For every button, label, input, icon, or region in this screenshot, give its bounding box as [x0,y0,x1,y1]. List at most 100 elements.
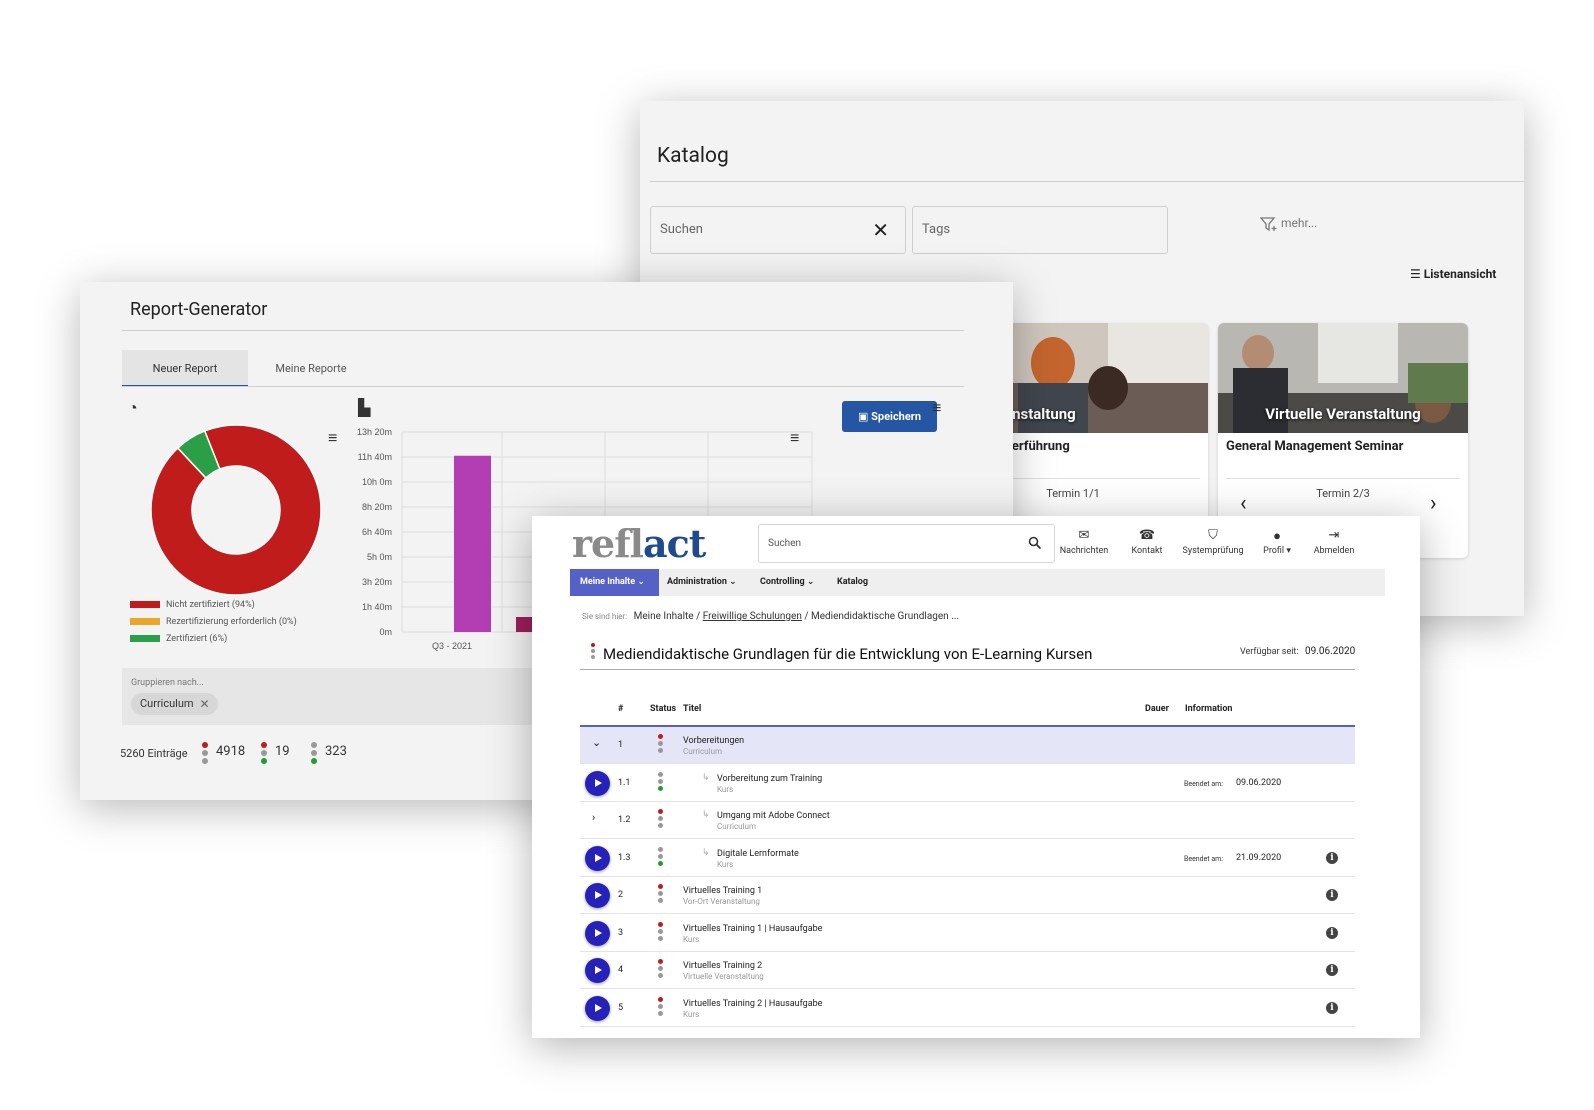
table-row[interactable]: ⌄ 1 Vorbereitungen Curriculum [580,727,1355,764]
row-title[interactable]: Virtuelles Training 2 | Hausaufgabe [683,999,822,1009]
search-input[interactable]: Suchen [758,524,1055,563]
chevron-left-icon[interactable]: ‹ [1240,491,1247,516]
row-type: Virtuelle Veranstaltung [683,972,764,981]
available-label: Verfügbar seit: [1240,647,1299,657]
y-tick-label: 5h 0m [367,552,392,562]
sub-arrow-icon: ↳ [702,810,710,820]
nav-administration[interactable]: Administration ⌄ [667,569,737,596]
info-label: Beendet am: [1184,779,1223,788]
table-row[interactable]: 1.3 ↳ Digitale Lernformate Kurs Beendet am: 2… [580,840,1355,877]
table-row[interactable]: 1.1 ↳ Vorbereitung zum Training Kurs Beendet… [580,765,1355,802]
nav-katalog[interactable]: Katalog [837,569,868,596]
page-title: Mediendidaktische Grundlagen für die Ent… [603,645,1093,663]
info-icon[interactable]: i [1326,851,1338,864]
save-button[interactable]: ▣ Speichern [842,401,937,432]
x-tick-label: Q3 - 2021 [432,641,472,651]
profile-icon: ● [1273,529,1281,544]
search-placeholder: Suchen [768,538,802,549]
nav-controlling[interactable]: Controlling ⌄ [760,569,814,596]
support-icon: ☎ [1138,528,1156,543]
bar-chart-icon[interactable]: ▙ [358,398,370,417]
info-icon[interactable]: i [1326,889,1338,901]
table-row[interactable]: 5 Virtuelles Training 2 | Hausaufgabe Kurs… [580,990,1355,1027]
available-value: 09.06.2020 [1305,646,1356,657]
status-dots [658,809,663,830]
sub-arrow-icon: ↳ [702,847,710,858]
play-icon[interactable] [585,883,610,908]
row-title[interactable]: Virtuelles Training 1 [683,886,762,896]
column-header: Status [650,704,677,714]
legend-swatch [130,618,160,626]
report-title: Report-Generator [130,299,268,320]
column-header: Dauer [1145,704,1169,714]
clear-icon[interactable]: ✕ [872,218,889,242]
donut-slice[interactable] [150,424,322,596]
info-value: 09.06.2020 [1236,777,1282,788]
table-row[interactable]: 2 Virtuelles Training 1 Vor-Ort Veranstalt… [580,877,1355,914]
row-title[interactable]: Digitale Lernformate [717,849,799,859]
menu-icon[interactable]: ≡ [932,398,941,418]
table-row[interactable]: 3 Virtuelles Training 1 | Hausaufgabe Kurs… [580,915,1355,952]
list-icon: ☰ [1410,267,1421,281]
listview-toggle[interactable]: ☰ Listenansicht [1410,267,1496,281]
row-title[interactable]: Umgang mit Adobe Connect [717,811,830,821]
bar[interactable] [454,455,491,632]
breadcrumb-item: Mediendidaktische Grundlagen ... [810,611,960,622]
divider [1226,478,1460,479]
chevron-down-icon[interactable]: ⌄ [592,736,601,749]
y-tick-label: 10h 0m [362,477,392,487]
sub-arrow-icon: ↳ [702,772,710,783]
breadcrumb-item[interactable]: Freiwillige Schulungen [703,611,802,622]
row-type: Curriculum [717,822,756,831]
legend-item: Zertifiziert (6%) [130,634,227,644]
row-type: Vor-Ort Veranstaltung [683,897,760,906]
row-title[interactable]: Vorbereitungen [683,736,744,746]
row-number: 1.3 [618,852,631,863]
row-number: 2 [618,890,624,900]
row-title[interactable]: Virtuelles Training 1 | Hausaufgabe [683,924,822,934]
breadcrumb-item[interactable]: Meine Inhalte [634,611,694,622]
group-chip-label: Curriculum [140,697,194,710]
close-icon[interactable]: ✕ [200,693,210,715]
donut-chart-icon[interactable]: ◔ [128,398,138,418]
play-icon[interactable] [585,920,610,946]
nav-abmelden[interactable]: ⇥ Abmelden [1306,528,1362,556]
table-row[interactable]: › 1.2 ↳ Umgang mit Adobe Connect Curriculum [580,802,1355,839]
nav-profil[interactable]: ● Profil ▾ [1252,528,1302,556]
info-icon[interactable]: i [1326,964,1338,976]
nav-nachrichten[interactable]: ✉ Nachrichten [1054,528,1114,556]
nav-systempruefung[interactable]: ⛉ Systemprüfung [1176,528,1250,556]
nav-meine-inhalte[interactable]: Meine Inhalte ⌄ [570,569,659,596]
menu-icon[interactable]: ≡ [328,428,337,448]
search-placeholder: Suchen [660,222,703,237]
legend-label: Rezertifizierung erforderlich (0%) [166,617,297,627]
info-icon[interactable]: i [1326,926,1338,939]
chevron-right-icon[interactable]: › [1430,491,1437,516]
card-title: General Management Seminar [1226,439,1404,454]
info-icon[interactable]: i [1326,1001,1338,1014]
status-dots [202,742,208,766]
row-title[interactable]: Virtuelles Training 2 [683,961,762,971]
info-label: Beendet am: [1184,854,1223,863]
group-chip[interactable]: Curriculum ✕ [131,693,218,715]
play-icon[interactable] [585,770,610,796]
chevron-right-icon[interactable]: › [592,811,595,824]
shield-icon: ⛉ [1208,528,1218,543]
breadcrumb: Sie sind hier: Meine Inhalte / Freiwilli… [582,611,960,622]
row-title[interactable]: Vorbereitung zum Training [717,774,822,784]
reflact-window: reflact Suchen ✉ Nachrichten ☎ Kontakt ⛉ Sy… [532,516,1420,1038]
tab-meine-reporte[interactable]: Meine Reporte [248,350,374,387]
play-icon[interactable] [585,845,610,871]
tab-neuer-report[interactable]: Neuer Report [122,350,248,387]
y-tick-label: 13h 20m [357,427,392,437]
tags-input[interactable]: Tags [912,206,1168,254]
play-icon[interactable] [585,958,610,983]
katalog-search-input[interactable]: Suchen ✕ [650,206,906,254]
play-icon[interactable] [585,995,610,1021]
more-filter-button[interactable]: mehr... [1259,216,1317,232]
main-navigation: Meine Inhalte ⌄ Administration ⌄ Control… [570,569,1385,596]
info-value: 21.09.2020 [1236,852,1282,863]
search-icon[interactable] [1028,536,1042,550]
table-row[interactable]: 4 Virtuelles Training 2 Virtuelle Veransta… [580,952,1355,989]
nav-kontakt[interactable]: ☎ Kontakt [1122,528,1172,556]
